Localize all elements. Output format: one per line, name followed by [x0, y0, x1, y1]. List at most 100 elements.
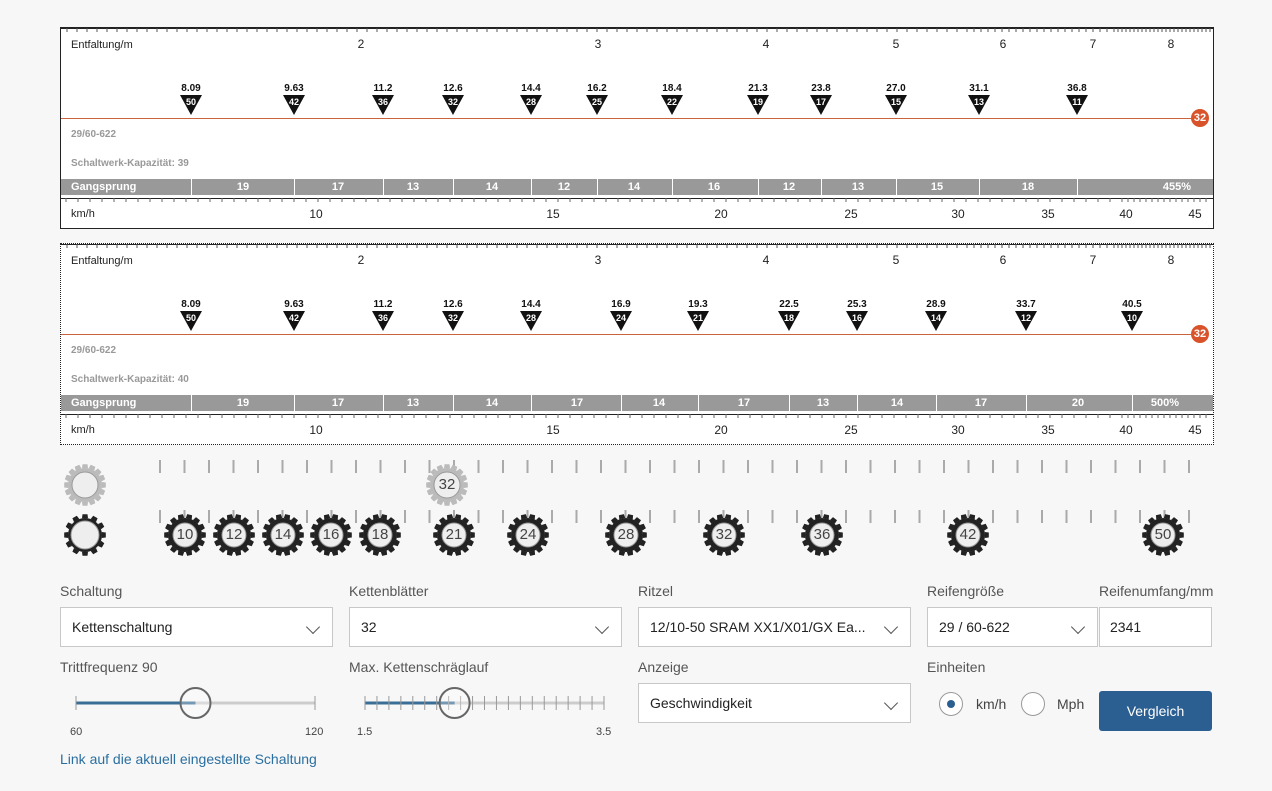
slider-handle[interactable] [179, 687, 212, 719]
current-config-link[interactable]: Link auf die aktuell eingestellte Schalt… [60, 751, 317, 767]
gear-marker-triangle: 17 [810, 95, 832, 115]
svg-text:36: 36 [378, 97, 388, 107]
cog-icon: 50 [1138, 510, 1188, 560]
gear-marker: 12.6 32 [441, 83, 465, 115]
gear-marker: 25.3 16 [845, 299, 869, 331]
slider-handle[interactable] [438, 687, 471, 719]
gear-marker: 31.1 13 [967, 83, 991, 115]
gear-development-value: 8.09 [181, 83, 201, 94]
kettenblaetter-value: 32 [361, 619, 377, 635]
gear-marker: 8.09 50 [179, 83, 203, 115]
chainring-badge: 32 [1191, 325, 1209, 343]
schraeglauf-min: 1.5 [357, 726, 373, 738]
kmh-tick-label: 40 [1119, 207, 1133, 221]
cog-teeth-label: 14 [274, 526, 292, 543]
gear-marker: 36.8 11 [1065, 83, 1089, 115]
gangsprung-value: 17 [331, 397, 345, 409]
reifen-select[interactable]: 29 / 60-622 [927, 607, 1098, 647]
svg-text:22: 22 [667, 97, 677, 107]
svg-text:17: 17 [816, 97, 826, 107]
cog-teeth-label: 32 [715, 526, 733, 543]
gangsprung-value: 455% [1162, 181, 1192, 193]
gangsprung-value: 13 [816, 397, 830, 409]
gangsprung-divider [191, 179, 192, 195]
entfaltung-tick-label: 7 [1090, 37, 1097, 51]
gear-development-value: 36.8 [1067, 83, 1087, 94]
svg-text:12: 12 [1021, 313, 1031, 323]
gear-marker: 9.63 42 [282, 83, 306, 115]
gangsprung-value: 17 [570, 397, 584, 409]
gangsprung-divider [383, 179, 384, 195]
schaltung-value: Kettenschaltung [72, 619, 173, 635]
gear-development-value: 16.2 [587, 83, 607, 94]
gear-development-value: 9.63 [284, 299, 304, 310]
gangsprung-value: 14 [890, 397, 904, 409]
gear-marker: 21.3 19 [746, 83, 770, 115]
entfaltung-tick-label: 7 [1090, 253, 1097, 267]
cog-teeth-label: 10 [176, 526, 194, 543]
svg-text:28: 28 [526, 97, 536, 107]
chevron-down-icon [305, 619, 321, 635]
cog-teeth-label: 24 [519, 526, 537, 543]
gangsprung-divider [1077, 179, 1078, 195]
entfaltung-tick-label: 4 [763, 253, 770, 267]
schraeglauf-slider[interactable] [349, 685, 619, 725]
comparison-panel-2: 2 3 4 5 6 7 8 10 15 20 25 30 35 40 45 Entfaltung/m 32 … [60, 243, 1214, 445]
kettenblaetter-select[interactable]: 32 [349, 607, 622, 647]
kmh-tick-label: 45 [1188, 423, 1202, 437]
kmh-tick-label: 15 [546, 207, 560, 221]
cog-teeth-label: 21 [445, 526, 463, 543]
chainring-icon [60, 460, 110, 510]
svg-text:32: 32 [448, 97, 458, 107]
gear-marker: 19.3 21 [686, 299, 710, 331]
gear-marker: 40.5 10 [1120, 299, 1144, 331]
kmh-tick-label: 35 [1041, 423, 1055, 437]
svg-text:18: 18 [784, 313, 794, 323]
svg-text:42: 42 [289, 97, 299, 107]
vergleich-button[interactable]: Vergleich [1099, 691, 1212, 731]
gear-development-value: 16.9 [611, 299, 631, 310]
trittfrequenz-slider[interactable] [60, 685, 330, 725]
scale-lines: 2 3 4 5 6 7 810 15 20 25 30 35 40 45 [61, 28, 1213, 221]
gangsprung-value: 500% [1150, 397, 1180, 409]
gangsprung-divider [1132, 395, 1133, 411]
gangsprung-value: 13 [406, 397, 420, 409]
umfang-input[interactable] [1099, 607, 1212, 647]
mph-radio[interactable] [1021, 692, 1045, 716]
gangsprung-divider [789, 395, 790, 411]
gear-development-value: 14.4 [521, 83, 541, 94]
kmh-radio[interactable] [939, 692, 963, 716]
anzeige-select[interactable]: Geschwindigkeit [638, 683, 911, 723]
gear-marker-triangle: 14 [925, 311, 947, 331]
gear-marker: 28.9 14 [924, 299, 948, 331]
cog-icon: 21 [429, 510, 479, 560]
entfaltung-tick-label: 8 [1168, 253, 1175, 267]
gear-marker: 9.63 42 [282, 299, 306, 331]
schraeglauf-max: 3.5 [596, 726, 612, 738]
trittfrequenz-min: 60 [70, 726, 83, 738]
gangsprung-value: 14 [485, 181, 499, 193]
cog-teeth-label: 16 [322, 526, 340, 543]
gangsprung-bar: Gangsprung 19 17 13 14 17 14 17 13 14 17 20 500% [61, 395, 1213, 411]
gear-marker-triangle: 50 [180, 95, 202, 115]
ritzel-select[interactable]: 12/10-50 SRAM XX1/X01/GX Ea... [638, 607, 911, 647]
schaltung-select[interactable]: Kettenschaltung [60, 607, 333, 647]
gangsprung-value: 20 [1071, 397, 1085, 409]
gangsprung-divider [857, 395, 858, 411]
svg-text:42: 42 [289, 313, 299, 323]
svg-text:50: 50 [186, 97, 196, 107]
gangsprung-value: 12 [782, 181, 796, 193]
gear-marker-triangle: 21 [687, 311, 709, 331]
gangsprung-divider [531, 395, 532, 411]
cog-icon: 24 [503, 510, 553, 560]
gear-marker-triangle: 19 [747, 95, 769, 115]
gear-marker: 11.2 36 [371, 83, 395, 115]
gear-development-value: 12.6 [443, 83, 463, 94]
gear-marker-triangle: 32 [442, 311, 464, 331]
gear-marker-triangle: 18 [778, 311, 800, 331]
gangsprung-value: 13 [406, 181, 420, 193]
cog-teeth-label: 12 [225, 526, 243, 543]
gear-development-value: 40.5 [1122, 299, 1142, 310]
chainring-line [61, 118, 1191, 119]
gangsprung-value: 14 [627, 181, 641, 193]
